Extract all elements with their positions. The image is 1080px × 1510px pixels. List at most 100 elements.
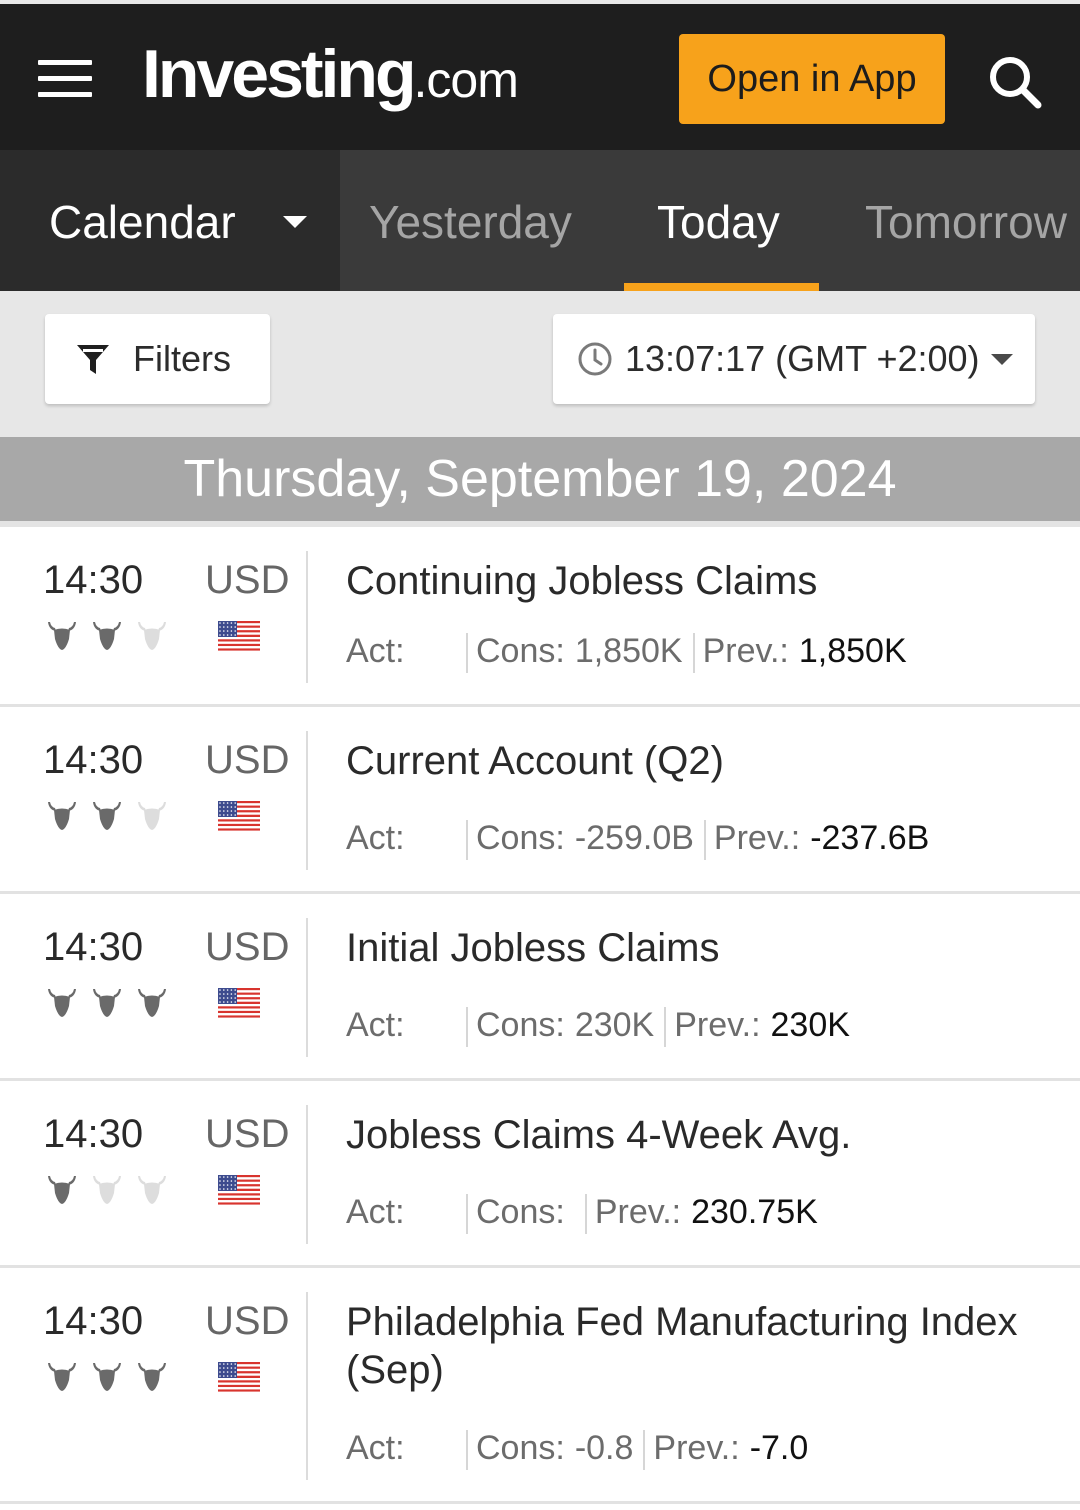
consensus-value: 230K [574,1006,655,1044]
actual-label: Act: [346,632,405,670]
bull-icon [45,799,79,833]
filters-button[interactable]: Filters [45,314,270,404]
event-row[interactable]: 14:30 USD Continuing Jobless Claims Act: Con… [0,527,1080,707]
row-divider [306,1292,308,1480]
bull-icon [45,1173,79,1207]
actual-label: Act: [346,1193,405,1231]
row-divider [306,551,308,683]
value-separator [643,1430,646,1471]
event-values: Act: Cons: 1,850K Prev.: 1,850K [346,630,907,674]
previous-label: Prev.: [653,1429,740,1467]
calendar-section-label: Calendar [49,196,236,248]
event-row[interactable]: 14:30 USD Current Account (Q2) Act: Cons: -25… [0,707,1080,894]
event-row[interactable]: 14:30 USD Jobless Claims 4-Week Avg. Act: Co… [0,1081,1080,1268]
value-separator [664,1007,667,1048]
tab-today[interactable]: Today [657,194,780,250]
bull-icon [135,986,169,1020]
row-divider [306,918,308,1057]
event-time: 14:30 [43,558,144,602]
actual-cell: Act: [346,630,456,672]
value-separator [466,1430,468,1471]
open-in-app-button[interactable]: Open in App [679,34,945,124]
event-currency: USD [205,738,290,782]
value-separator [466,1007,468,1048]
event-row[interactable]: 14:30 USD Initial Jobless Claims Act: Cons: 2… [0,894,1080,1081]
actual-label: Act: [346,819,405,857]
timezone-selector[interactable]: 13:07:17 (GMT +2:00) [553,314,1035,404]
consensus-label: Cons: [476,1193,565,1231]
actual-label: Act: [346,1006,405,1044]
row-divider [306,1105,308,1244]
event-time: 14:30 [43,738,144,782]
event-currency: USD [205,1299,290,1343]
event-values: Act: Cons: -0.8 Prev.: -7.0 [346,1427,809,1471]
row-divider [306,731,308,870]
consensus-label: Cons: [476,632,565,670]
bull-icon [90,799,124,833]
previous-value: -7.0 [749,1429,809,1467]
consensus-value: 1,850K [574,632,683,670]
us-flag-icon [218,801,260,833]
event-currency: USD [205,925,290,969]
previous-value: 230K [770,1006,850,1044]
actual-cell: Act: [346,817,456,859]
bull-icon [135,619,169,653]
current-time-label: 13:07:17 (GMT +2:00) [625,338,980,379]
previous-value: 1,850K [798,632,907,670]
bull-icon [90,1173,124,1207]
funnel-icon [77,345,109,374]
tab-tomorrow[interactable]: Tomorrow [865,194,1067,250]
bull-icon [135,1173,169,1207]
calendar-section-dropdown[interactable]: Calendar [0,150,340,291]
bull-icon [135,799,169,833]
event-title[interactable]: Current Account (Q2) [346,737,1046,785]
consensus-value: -259.0B [574,819,694,857]
clock-icon [578,342,612,376]
bull-icon [90,619,124,653]
consensus-label: Cons: [476,1006,565,1044]
value-separator [692,633,695,674]
consensus-label: Cons: [476,1429,565,1467]
previous-value: -237.6B [810,819,930,857]
hamburger-menu-icon[interactable] [38,60,92,98]
filters-label: Filters [133,338,231,379]
event-values: Act: Cons: -259.0B Prev.: -237.6B [346,817,930,861]
event-title[interactable]: Initial Jobless Claims [346,924,1046,972]
us-flag-icon [218,1362,260,1394]
event-time: 14:30 [43,1112,144,1156]
us-flag-icon [218,988,260,1020]
event-title[interactable]: Philadelphia Fed Manufacturing Index (Se… [346,1298,1046,1394]
us-flag-icon [218,621,260,653]
event-time: 14:30 [43,925,144,969]
tab-yesterday[interactable]: Yesterday [369,194,572,250]
value-separator [466,633,468,674]
bull-icon [90,1360,124,1394]
calendar-tab-bar: Calendar Yesterday Today Tomorrow [0,150,1080,291]
consensus-label: Cons: [476,819,565,857]
active-tab-indicator [624,283,819,291]
logo-brand-text: Investing [142,36,416,112]
value-separator [466,1194,468,1235]
event-currency: USD [205,1112,290,1156]
search-icon[interactable] [980,50,1050,110]
previous-label: Prev.: [674,1006,761,1044]
us-flag-icon [218,1175,260,1207]
event-title[interactable]: Continuing Jobless Claims [346,557,1046,605]
event-row[interactable]: 14:30 USD Philadelphia Fed Manufacturing I… [0,1268,1080,1504]
actual-cell: Act: [346,1427,456,1469]
value-separator [584,1194,587,1235]
actual-cell: Act: [346,1004,456,1046]
previous-value: 230.75K [691,1193,818,1231]
bull-icon [45,1360,79,1394]
event-time: 14:30 [43,1299,144,1343]
previous-label: Prev.: [713,819,801,857]
bull-icon [135,1360,169,1394]
event-values: Act: Cons: 230K Prev.: 230K [346,1004,850,1048]
value-separator [466,820,468,861]
event-title[interactable]: Jobless Claims 4-Week Avg. [346,1111,1046,1159]
date-header: Thursday, September 19, 2024 [0,437,1080,521]
investing-logo[interactable]: Investing.com [142,34,519,114]
bull-icon [45,986,79,1020]
event-currency: USD [205,558,290,602]
chevron-down-icon [991,354,1013,365]
